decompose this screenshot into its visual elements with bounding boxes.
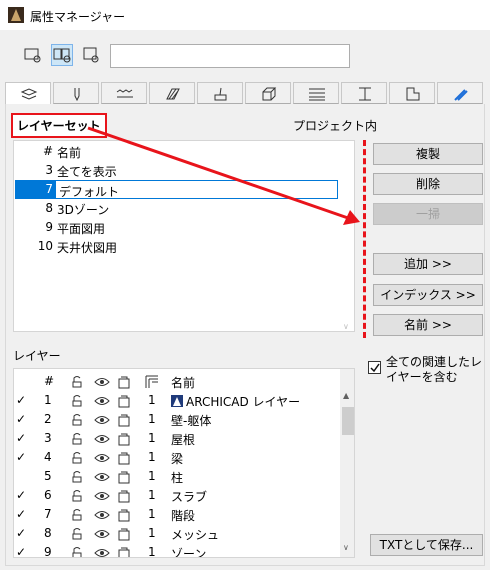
table-row[interactable]: ✓ 7 1 階段: [14, 505, 339, 524]
eye-icon[interactable]: [94, 546, 110, 558]
row-pen: 1: [148, 393, 156, 407]
lock-icon[interactable]: [70, 527, 84, 541]
row-pen: 1: [148, 412, 156, 426]
eye-icon[interactable]: [94, 470, 110, 484]
lock-icon[interactable]: [70, 451, 84, 465]
wireframe-icon[interactable]: [117, 527, 131, 541]
row-name: 階段: [171, 509, 196, 523]
visible-check[interactable]: ✓: [16, 488, 26, 502]
row-num: 8: [44, 526, 52, 540]
layers-list[interactable]: # 名前 ✓ 1 1 ARCHICAD レイヤー ✓ 2 1 壁-躯体 ✓ 3 …: [13, 368, 355, 558]
wireframe-icon[interactable]: [117, 489, 131, 503]
table-row[interactable]: 5 1 柱: [14, 467, 339, 486]
lock-icon[interactable]: [70, 413, 84, 427]
row-num: 4: [44, 450, 52, 464]
visible-check[interactable]: ✓: [16, 431, 26, 445]
scroll-up-icon[interactable]: ▲: [343, 391, 349, 400]
layers-title: レイヤー: [13, 349, 61, 363]
row-pen: 1: [148, 431, 156, 445]
row-name: 壁-躯体: [171, 414, 212, 428]
lock-icon[interactable]: [70, 394, 84, 408]
eye-icon[interactable]: [94, 489, 110, 503]
wireframe-icon: [118, 376, 130, 389]
archicad-icon: [171, 395, 183, 407]
intersection-group-icon: [145, 375, 158, 388]
eye-icon[interactable]: [94, 413, 110, 427]
row-pen: 1: [148, 526, 156, 540]
row-name: 屋根: [171, 433, 196, 447]
layers-header: # 名前: [14, 372, 339, 391]
row-num: 1: [44, 393, 52, 407]
table-row[interactable]: ✓ 4 1 梁: [14, 448, 339, 467]
row-name: 梁: [171, 452, 184, 466]
lock-icon: [72, 376, 82, 388]
row-name: メッシュ: [171, 528, 220, 542]
wireframe-icon[interactable]: [117, 546, 131, 558]
layers-scrollbar[interactable]: ▲ ∨: [340, 369, 354, 557]
eye-icon[interactable]: [94, 508, 110, 522]
wireframe-icon[interactable]: [117, 451, 131, 465]
row-name: スラブ: [171, 490, 208, 504]
table-row[interactable]: ✓ 3 1 屋根: [14, 429, 339, 448]
wireframe-icon[interactable]: [117, 413, 131, 427]
visible-check[interactable]: ✓: [16, 526, 26, 540]
row-num: 9: [44, 545, 52, 558]
visible-check[interactable]: ✓: [16, 450, 26, 464]
save-as-txt-button[interactable]: TXTとして保存...: [370, 534, 483, 556]
eye-icon[interactable]: [94, 527, 110, 541]
wireframe-icon[interactable]: [117, 470, 131, 484]
row-num: 6: [44, 488, 52, 502]
row-name: 柱: [171, 471, 184, 485]
wireframe-icon[interactable]: [117, 432, 131, 446]
visible-check[interactable]: ✓: [16, 412, 26, 426]
row-name: ARCHICAD レイヤー: [186, 395, 301, 409]
table-row[interactable]: ✓ 6 1 スラブ: [14, 486, 339, 505]
visible-check[interactable]: ✓: [16, 393, 26, 407]
row-num: 2: [44, 412, 52, 426]
check-icon: [370, 363, 380, 373]
wireframe-icon[interactable]: [117, 394, 131, 408]
table-row[interactable]: ✓ 2 1 壁-躯体: [14, 410, 339, 429]
table-row[interactable]: ✓ 1 1 ARCHICAD レイヤー: [14, 391, 339, 410]
visible-check[interactable]: ✓: [16, 507, 26, 521]
lock-icon[interactable]: [70, 508, 84, 522]
row-num: 3: [44, 431, 52, 445]
col-name-header: 名前: [171, 376, 196, 390]
row-pen: 1: [148, 488, 156, 502]
row-pen: 1: [148, 469, 156, 483]
row-num: 7: [44, 507, 52, 521]
scrollbar-thumb[interactable]: [342, 407, 354, 435]
lock-icon[interactable]: [70, 432, 84, 446]
eye-icon[interactable]: [94, 394, 110, 408]
row-pen: 1: [148, 545, 156, 558]
lock-icon[interactable]: [70, 546, 84, 558]
table-row[interactable]: ✓ 8 1 メッシュ: [14, 524, 339, 543]
wireframe-icon[interactable]: [117, 508, 131, 522]
row-pen: 1: [148, 450, 156, 464]
eye-icon[interactable]: [94, 432, 110, 446]
visible-check[interactable]: ✓: [16, 545, 26, 557]
lock-icon[interactable]: [70, 489, 84, 503]
lock-icon[interactable]: [70, 470, 84, 484]
table-row[interactable]: ✓ 9 1 ゾーン: [14, 543, 339, 558]
col-num-header: #: [44, 374, 55, 388]
row-pen: 1: [148, 507, 156, 521]
include-related-checkbox[interactable]: [368, 361, 381, 374]
row-name: ゾーン: [171, 547, 207, 558]
scroll-down-icon[interactable]: ∨: [343, 543, 349, 552]
include-related-label: 全ての関連したレイヤーを含む: [386, 355, 483, 384]
eye-icon: [94, 378, 110, 386]
eye-icon[interactable]: [94, 451, 110, 465]
row-num: 5: [44, 469, 52, 483]
